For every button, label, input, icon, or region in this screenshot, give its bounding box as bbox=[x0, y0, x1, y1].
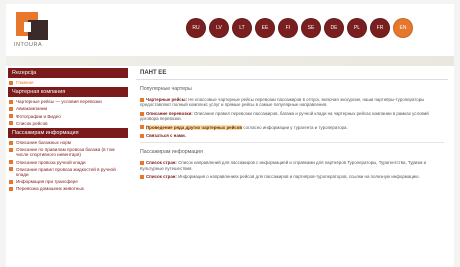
lang-button[interactable]: LT bbox=[232, 18, 252, 38]
sidebar-item-label: Список рейсов bbox=[16, 120, 48, 126]
paragraph-lead[interactable]: Проведение ряда других чартерных рейсов bbox=[146, 124, 243, 130]
bullet-icon bbox=[9, 186, 13, 191]
sidebar-item-label: Информация при трансфере bbox=[16, 179, 78, 185]
bullet-icon bbox=[9, 140, 13, 145]
sidebar-item-label: Описание по правилам провоза багажа (в т… bbox=[16, 147, 115, 158]
lang-button[interactable]: SE bbox=[301, 18, 321, 38]
sidebar-item-label: Авиакомпании bbox=[16, 106, 48, 112]
paragraph: Описание перевозки: Описание правил пере… bbox=[140, 111, 444, 122]
sidebar-heading: Rezepcija bbox=[8, 68, 128, 78]
page: INTOURA RU LV LT EE FI SE DE PL FR EN Re… bbox=[6, 4, 454, 267]
sidebar-heading: Пассажирам информация bbox=[8, 128, 128, 139]
lang-button[interactable]: EE bbox=[255, 18, 275, 38]
lang-button[interactable]: FI bbox=[278, 18, 298, 38]
sidebar: Rezepcija Главная Чартерная компания Чар… bbox=[6, 66, 130, 267]
section-title: Популярные чартеры bbox=[140, 86, 192, 92]
bullet-icon bbox=[140, 133, 144, 138]
bullet-icon bbox=[140, 125, 144, 130]
sidebar-item-label: Фотографии и Видео bbox=[16, 113, 61, 119]
bullet-icon bbox=[9, 167, 13, 172]
paragraph: Проведение ряда других чартерных рейсов … bbox=[140, 124, 444, 130]
logo-text: INTOURA bbox=[14, 42, 43, 48]
sidebar-item-label: Главная bbox=[16, 80, 34, 85]
bullet-icon bbox=[9, 121, 13, 126]
bullet-icon bbox=[140, 111, 144, 116]
paragraph-text: Информация о направлениях рейсов для пас… bbox=[178, 174, 420, 180]
paragraph-lead[interactable]: Список стран: bbox=[146, 174, 177, 179]
sidebar-item[interactable]: Информация при трансфере bbox=[9, 179, 125, 184]
paragraph-lead[interactable]: Описание перевозки: bbox=[146, 111, 193, 116]
bullet-icon bbox=[140, 161, 144, 166]
sidebar-item[interactable]: Описание по правилам провоза багажа (в т… bbox=[9, 147, 125, 157]
sidebar-item[interactable]: Фотографии и Видео bbox=[9, 114, 125, 119]
lang-button-active[interactable]: EN bbox=[393, 18, 413, 38]
lang-button[interactable]: FR bbox=[370, 18, 390, 38]
section-title: Пассажирам информация bbox=[140, 149, 203, 156]
divider bbox=[140, 142, 444, 144]
sidebar-item[interactable]: Описание провоза ручной клади bbox=[9, 160, 125, 165]
sidebar-item-label: Чартерные рейсы — условия перевозки bbox=[16, 99, 102, 105]
main-content: ПАНТ ЕЕ Популярные чартеры Чартерные рей… bbox=[136, 68, 448, 267]
bullet-icon bbox=[9, 106, 13, 111]
sidebar-item[interactable]: Чартерные рейсы — условия перевозки bbox=[9, 99, 125, 104]
paragraph-text: Список направлений для пассажиров с инфо… bbox=[140, 160, 427, 171]
paragraph-text: согласно информации у турагента и туропе… bbox=[243, 124, 348, 130]
bullet-icon bbox=[9, 99, 13, 104]
bullet-icon bbox=[9, 147, 13, 152]
paragraph: Список стран: Список направлений для пас… bbox=[140, 160, 444, 171]
sidebar-heading: Чартерная компания bbox=[8, 87, 128, 98]
language-bar: RU LV LT EE FI SE DE PL FR EN bbox=[186, 18, 413, 40]
paragraph: Связаться с нами. bbox=[140, 133, 444, 138]
paragraph-lead[interactable]: Чартерные рейсы: bbox=[146, 97, 187, 102]
contact-link[interactable]: Связаться с нами. bbox=[146, 133, 186, 138]
lang-button[interactable]: RU bbox=[186, 18, 206, 38]
lang-button[interactable]: PL bbox=[347, 18, 367, 38]
sidebar-item[interactable]: Описание багажных норм bbox=[9, 140, 125, 145]
bullet-icon bbox=[9, 179, 13, 184]
bullet-icon bbox=[9, 160, 13, 165]
paragraph: Список стран: Информация о направлениях … bbox=[140, 174, 444, 179]
sidebar-item[interactable]: Перевозка домашних животных bbox=[9, 186, 125, 191]
header: INTOURA RU LV LT EE FI SE DE PL FR EN bbox=[6, 4, 454, 56]
sidebar-item[interactable]: Авиакомпании bbox=[9, 106, 125, 111]
page-title: ПАНТ ЕЕ bbox=[136, 68, 448, 80]
logo-mark-white bbox=[24, 22, 31, 32]
paragraph-lead[interactable]: Список стран: bbox=[146, 160, 177, 165]
sidebar-item-label: Описание багажных норм bbox=[16, 140, 71, 146]
bullet-icon bbox=[9, 80, 13, 85]
sidebar-item-label: Описание провоза ручной клади bbox=[16, 159, 86, 165]
bullet-icon bbox=[140, 175, 144, 180]
sidebar-item[interactable]: Список рейсов bbox=[9, 121, 125, 126]
logo-mark-dark bbox=[28, 20, 48, 40]
bullet-icon bbox=[9, 114, 13, 119]
paragraph: Чартерные рейсы: Не классовые чартерные … bbox=[140, 97, 444, 108]
decorative-strip bbox=[6, 56, 454, 66]
bullet-icon bbox=[140, 97, 144, 102]
lang-button[interactable]: LV bbox=[209, 18, 229, 38]
sidebar-item-label: Описание правил провоза жидкостей в ручн… bbox=[16, 166, 116, 178]
sidebar-item-main[interactable]: Главная bbox=[9, 80, 125, 85]
sidebar-item[interactable]: Описание правил провоза жидкостей в ручн… bbox=[9, 167, 125, 177]
lang-button[interactable]: DE bbox=[324, 18, 344, 38]
sidebar-item-label: Перевозка домашних животных bbox=[16, 186, 84, 192]
